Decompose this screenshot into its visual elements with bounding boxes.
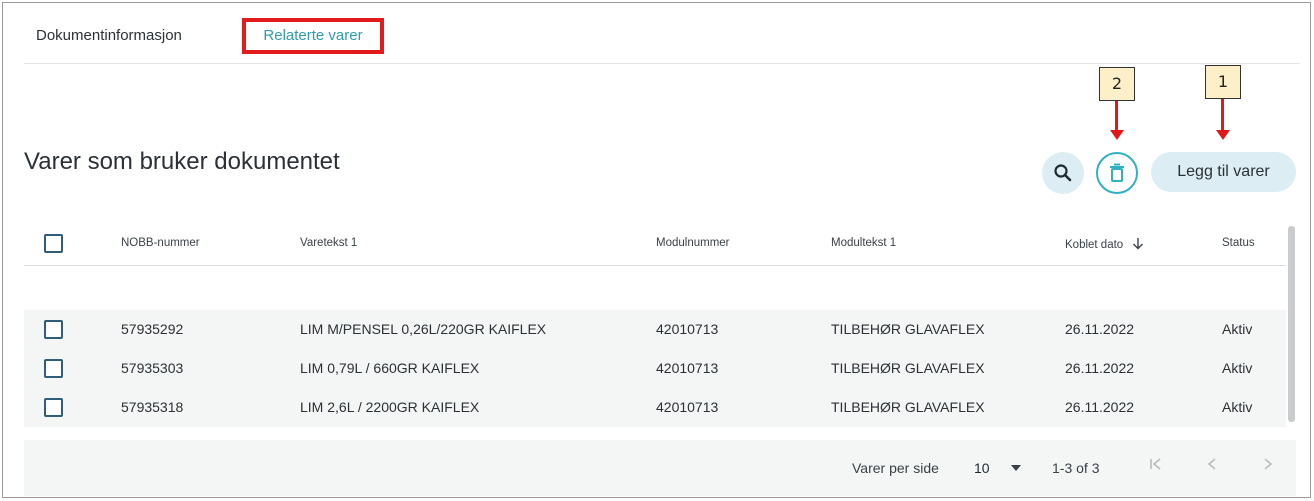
chevron-down-icon <box>1011 465 1022 471</box>
col-header-koblet-dato-label: Koblet dato <box>1065 239 1124 251</box>
table-header: NOBB-nummer Varetekst 1 Modulnummer Modu… <box>24 222 1286 266</box>
cell-status: Aktiv <box>1222 360 1253 376</box>
cell-varetekst: LIM 0,79L / 660GR KAIFLEX <box>300 360 480 376</box>
trash-icon <box>1110 163 1124 182</box>
search-button[interactable] <box>1042 152 1084 194</box>
col-header-modulnummer[interactable]: Modulnummer <box>656 237 730 249</box>
per-page-value: 10 <box>974 460 990 476</box>
col-header-koblet-dato[interactable]: Koblet dato <box>1065 237 1144 251</box>
table-row[interactable]: 57935318 LIM 2,6L / 2200GR KAIFLEX 42010… <box>24 388 1286 427</box>
per-page-select[interactable]: 10 <box>974 460 1022 476</box>
col-header-nobb[interactable]: NOBB-nummer <box>121 237 200 249</box>
row-checkbox[interactable] <box>44 320 63 339</box>
cell-modultekst: TILBEHØR GLAVAFLEX <box>831 399 985 415</box>
callout-1: 1 <box>1205 65 1241 99</box>
col-header-varetekst[interactable]: Varetekst 1 <box>300 237 357 249</box>
col-header-status[interactable]: Status <box>1222 237 1255 249</box>
page-range: 1-3 of 3 <box>1052 460 1100 476</box>
table-row[interactable]: 57935292 LIM M/PENSEL 0,26L/220GR KAIFLE… <box>24 310 1286 349</box>
first-page-icon <box>1150 458 1161 470</box>
add-items-button[interactable]: Legg til varer <box>1151 152 1296 192</box>
table-row[interactable]: 57935303 LIM 0,79L / 660GR KAIFLEX 42010… <box>24 349 1286 388</box>
callout-1-arrowhead <box>1216 130 1230 140</box>
cell-varetekst: LIM 2,6L / 2200GR KAIFLEX <box>300 399 480 415</box>
col-header-modultekst[interactable]: Modultekst 1 <box>831 237 896 249</box>
tab-bar: Dokumentinformasjon Relaterte varer <box>24 8 1300 64</box>
cell-nobb: 57935292 <box>121 321 184 337</box>
cell-nobb: 57935303 <box>121 360 184 376</box>
cell-modulnummer: 42010713 <box>656 399 719 415</box>
select-all-checkbox[interactable] <box>44 234 63 253</box>
first-page-button[interactable] <box>1148 456 1164 477</box>
cell-modultekst: TILBEHØR GLAVAFLEX <box>831 321 985 337</box>
cell-modultekst: TILBEHØR GLAVAFLEX <box>831 360 985 376</box>
cell-koblet-dato: 26.11.2022 <box>1065 360 1135 376</box>
tab-dokumentinformasjon[interactable]: Dokumentinformasjon <box>36 18 182 54</box>
table-scrollbar[interactable] <box>1288 226 1295 422</box>
per-page-label: Varer per side <box>852 460 939 476</box>
callout-2: 2 <box>1099 67 1135 101</box>
chevron-left-icon <box>1207 458 1216 470</box>
section-title: Varer som bruker dokumentet <box>24 148 340 175</box>
tab-relaterte-varer[interactable]: Relaterte varer <box>242 18 384 54</box>
callout-2-arrowhead <box>1110 130 1124 140</box>
callout-2-arrow <box>1115 101 1118 131</box>
pagination-bar: Varer per side 10 1-3 of 3 <box>24 440 1296 496</box>
row-checkbox[interactable] <box>44 398 63 417</box>
cell-status: Aktiv <box>1222 399 1253 415</box>
next-page-button[interactable] <box>1260 456 1276 477</box>
cell-koblet-dato: 26.11.2022 <box>1065 399 1135 415</box>
search-icon <box>1054 164 1072 182</box>
sort-desc-icon <box>1133 238 1144 250</box>
cell-koblet-dato: 26.11.2022 <box>1065 321 1135 337</box>
prev-page-button[interactable] <box>1204 456 1220 477</box>
cell-nobb: 57935318 <box>121 399 184 415</box>
chevron-right-icon <box>1264 458 1273 470</box>
cell-modulnummer: 42010713 <box>656 360 719 376</box>
cell-modulnummer: 42010713 <box>656 321 719 337</box>
cell-status: Aktiv <box>1222 321 1253 337</box>
items-table: NOBB-nummer Varetekst 1 Modulnummer Modu… <box>24 222 1286 427</box>
cell-varetekst: LIM M/PENSEL 0,26L/220GR KAIFLEX <box>300 321 547 337</box>
delete-button[interactable] <box>1096 152 1138 194</box>
callout-1-arrow <box>1221 99 1224 131</box>
row-checkbox[interactable] <box>44 359 63 378</box>
